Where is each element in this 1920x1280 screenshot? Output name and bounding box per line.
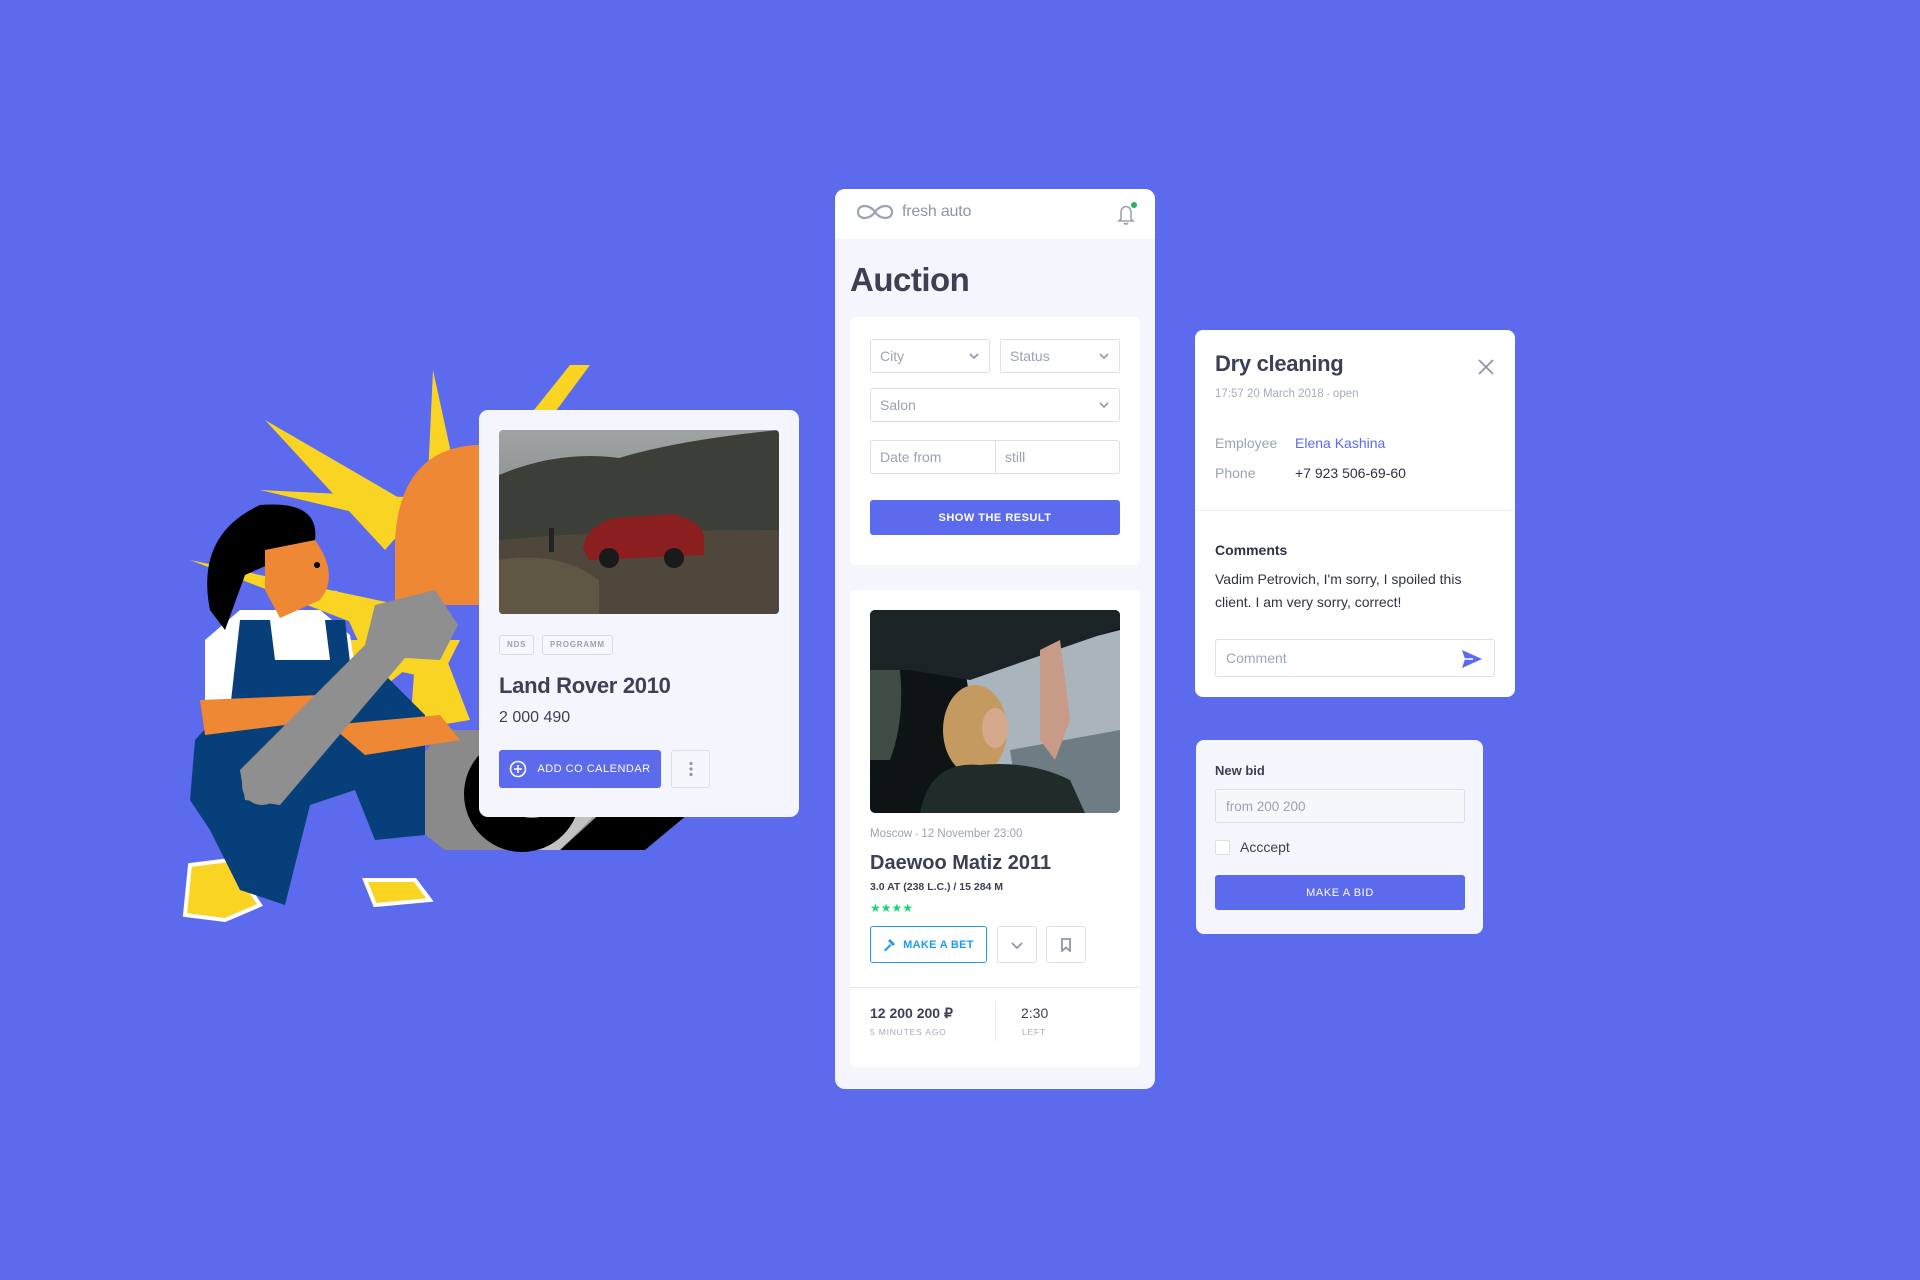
plus-circle-icon xyxy=(510,760,527,778)
phone-value: +7 923 506-69-60 xyxy=(1295,465,1406,481)
time-left: 2:30 xyxy=(1021,1005,1049,1021)
date-to-placeholder: still xyxy=(1005,449,1026,465)
make-a-bet-label: MAKE A BET xyxy=(903,938,974,951)
task-meta: 17:57 20 March 2018 • open xyxy=(1215,388,1359,400)
comment-input[interactable]: Comment xyxy=(1215,639,1495,677)
more-vertical-icon xyxy=(688,761,693,777)
brand-name: fresh auto xyxy=(902,203,972,220)
comment-text: Vadim Petrovich, I'm sorry, I spoiled th… xyxy=(1215,571,1462,610)
woman-in-car-photo xyxy=(870,610,1120,813)
make-a-bid-button[interactable]: MAKE A BID xyxy=(1215,875,1465,910)
meta-separator: • xyxy=(915,830,919,839)
chevron-down-icon xyxy=(1099,353,1109,360)
employee-label: Employee xyxy=(1215,435,1278,451)
lot-price: 2 000 490 xyxy=(499,709,571,726)
app-header: fresh auto xyxy=(835,189,1155,239)
filter-panel: City Status Salon Date from still SHOW T… xyxy=(850,317,1140,565)
show-result-button[interactable]: SHOW THE RESULT xyxy=(870,500,1120,535)
date-to-input[interactable]: still xyxy=(995,440,1120,474)
lot-card[interactable]: NDS PROGRAMM Land Rover 2010 2 000 490 A… xyxy=(479,410,799,817)
red-suv-photo xyxy=(499,430,779,614)
car-photo xyxy=(499,430,779,614)
divider xyxy=(1195,510,1515,511)
salon-select-placeholder: Salon xyxy=(880,397,916,413)
close-icon[interactable] xyxy=(1477,358,1495,376)
accept-checkbox[interactable] xyxy=(1215,840,1230,855)
auction-lot-card[interactable]: Moscow • 12 November 23:00 Daewoo Matiz … xyxy=(850,590,1140,1067)
more-options-button[interactable] xyxy=(671,750,710,788)
lot-date: 12 November 23:00 xyxy=(921,828,1023,840)
notifications-button[interactable] xyxy=(1115,201,1139,227)
bid-amount-input[interactable]: from 200 200 xyxy=(1215,789,1465,823)
lot-title: Daewoo Matiz 2011 xyxy=(870,852,1052,874)
lot-city: Moscow xyxy=(870,828,913,840)
accept-label[interactable]: Acccept xyxy=(1240,839,1290,855)
task-title: Dry cleaning xyxy=(1215,351,1344,376)
divider xyxy=(995,1001,996,1041)
comment-placeholder: Comment xyxy=(1226,650,1287,666)
notification-dot xyxy=(1131,202,1137,208)
new-bid-label: New bid xyxy=(1215,763,1265,778)
lot-photo xyxy=(870,610,1120,813)
make-a-bet-button[interactable]: MAKE A BET xyxy=(870,926,987,963)
status-select-placeholder: Status xyxy=(1010,348,1050,364)
infinity-icon xyxy=(856,204,894,220)
bell-icon xyxy=(1117,202,1137,225)
sun-illustration xyxy=(395,445,480,605)
lot-title: Land Rover 2010 xyxy=(499,673,671,698)
bookmark-icon xyxy=(1061,937,1071,952)
date-from-placeholder: Date from xyxy=(880,449,942,465)
current-bid-time: 5 MINUTES AGO xyxy=(870,1027,947,1037)
city-select[interactable]: City xyxy=(870,339,990,373)
status-select[interactable]: Status xyxy=(1000,339,1120,373)
task-card: Dry cleaning 17:57 20 March 2018 • open … xyxy=(1195,330,1515,697)
task-time: 17:57 20 March 2018 xyxy=(1215,388,1324,400)
employee-link[interactable]: Elena Kashina xyxy=(1295,435,1385,451)
tag-programm: PROGRAMM xyxy=(542,635,613,655)
shoe-illustration xyxy=(362,878,434,908)
auction-app: fresh auto Auction City Status Salon Dat… xyxy=(835,189,1155,1089)
new-bid-form: New bid from 200 200 Acccept MAKE A BID xyxy=(1196,740,1483,934)
lot-specs: 3.0 AT (238 L.C.) / 15 284 M xyxy=(870,881,1004,893)
current-bid: 12 200 200 ₽ xyxy=(870,1005,953,1021)
expand-button[interactable] xyxy=(997,926,1037,963)
tag-nds: NDS xyxy=(499,635,535,655)
bookmark-button[interactable] xyxy=(1046,926,1086,963)
divider xyxy=(850,987,1140,988)
meta-separator: • xyxy=(1326,390,1330,399)
gavel-icon xyxy=(884,938,896,951)
lot-meta: Moscow • 12 November 23:00 xyxy=(870,828,1022,840)
city-select-placeholder: City xyxy=(880,348,905,364)
task-status: open xyxy=(1332,388,1359,400)
salon-select[interactable]: Salon xyxy=(870,388,1120,422)
time-left-label: LEFT xyxy=(1022,1027,1046,1037)
rating-stars: ★★★★ xyxy=(870,901,914,915)
date-from-input[interactable]: Date from xyxy=(870,440,996,474)
send-icon[interactable] xyxy=(1461,649,1483,669)
page-title: Auction xyxy=(850,261,970,298)
brand-logo[interactable]: fresh auto xyxy=(854,201,971,223)
phone-label: Phone xyxy=(1215,465,1256,481)
chevron-down-icon xyxy=(1099,402,1109,409)
add-to-calendar-button[interactable]: ADD CO CALENDAR xyxy=(499,750,661,788)
chevron-down-icon xyxy=(1011,941,1023,949)
bid-amount-placeholder: from 200 200 xyxy=(1226,798,1306,814)
chevron-down-icon xyxy=(969,353,979,360)
add-to-calendar-label: ADD CO CALENDAR xyxy=(537,763,651,775)
comments-heading: Comments xyxy=(1215,542,1288,558)
